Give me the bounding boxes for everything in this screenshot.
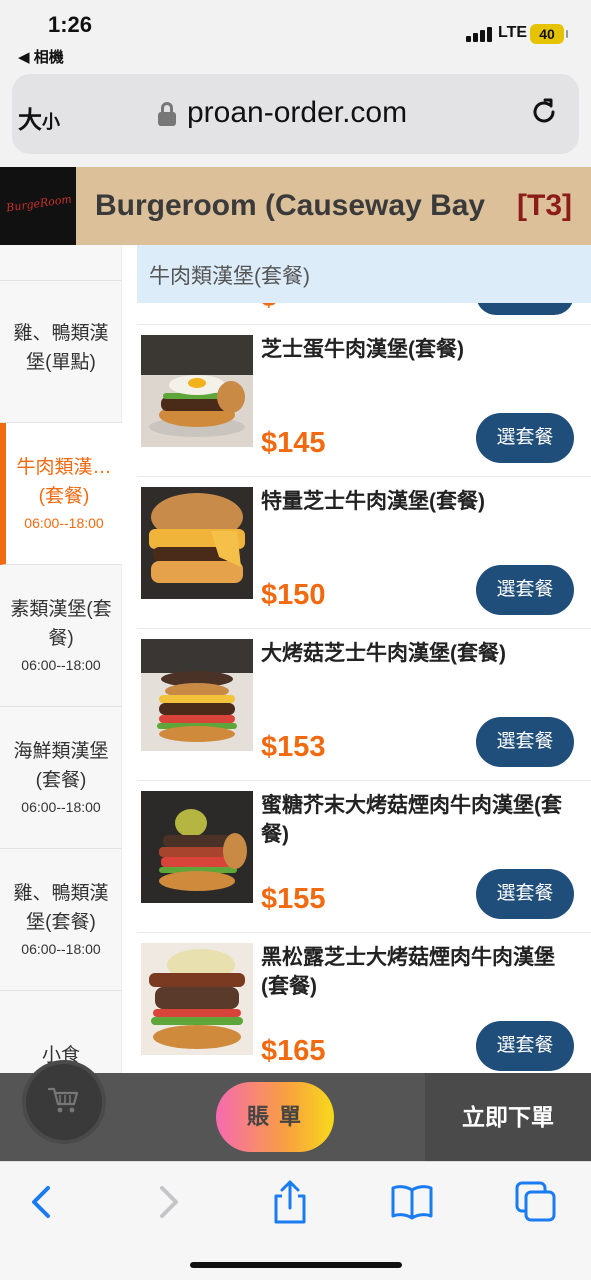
- forward-icon[interactable]: [146, 1180, 190, 1224]
- product-image[interactable]: [141, 487, 253, 599]
- order-now-button[interactable]: 立即下單: [425, 1073, 591, 1161]
- category-title: 牛肉類漢堡(套餐): [149, 265, 310, 288]
- product-name: 芝士蛋牛肉漢堡(套餐): [261, 338, 464, 361]
- product-price: $165: [261, 1035, 326, 1067]
- product-name: 大烤菇芝士牛肉漢堡(套餐): [261, 642, 506, 665]
- sidebar-item-hours: 06:00--18:00: [24, 515, 104, 531]
- bookmarks-icon[interactable]: [390, 1180, 434, 1224]
- select-set-button[interactable]: 選套餐: [476, 717, 574, 767]
- product-name: 黑松露芝士大烤菇煙肉牛肉漢堡(套餐): [261, 946, 555, 998]
- product-image[interactable]: [141, 943, 253, 1055]
- status-bar: 1:26 ◀ 相機 LTE 40: [0, 0, 591, 72]
- select-set-button[interactable]: 選套餐: [476, 1021, 574, 1071]
- product-item[interactable]: 蜜糖芥末大烤菇煙肉牛肉漢堡(套餐) $155 選套餐: [137, 781, 591, 933]
- sidebar-item-label: 雞、鴨類漢堡(單點): [13, 323, 109, 373]
- sidebar-item-label: 雞、鴨類漢堡(套餐): [13, 883, 109, 933]
- product-price: $153: [261, 731, 326, 763]
- product-item[interactable]: 黑松露芝士大烤菇煙肉牛肉漢堡(套餐) $165 選套餐: [137, 933, 591, 1073]
- browser-address-area: 大小 proan-order.com: [0, 72, 591, 167]
- product-name: 蜜糖芥末大烤菇煙肉牛肉漢堡(套餐): [261, 794, 562, 846]
- sidebar-item-hours: 06:00--18:00: [21, 941, 101, 957]
- sidebar-item-label: 牛肉類漢…(套餐): [16, 457, 112, 507]
- battery-icon: 40: [530, 24, 568, 44]
- product-price: $150: [261, 579, 326, 611]
- cart-icon: [48, 1087, 79, 1113]
- network-label: LTE: [498, 24, 528, 41]
- shop-header: BurgeRoom Burgeroom (Causeway Bay [T3]: [0, 167, 591, 245]
- sidebar-item-hours: 06:00--18:00: [21, 799, 101, 815]
- sidebar-item-hours: 06:00--18:00: [21, 657, 101, 673]
- partial-order-button[interactable]: [476, 303, 574, 315]
- bill-button[interactable]: 賬 單: [216, 1082, 334, 1152]
- home-indicator: [190, 1262, 402, 1268]
- sidebar-item-prev[interactable]: [0, 235, 122, 281]
- text-size-button[interactable]: 大小: [18, 100, 60, 135]
- table-number: [T3]: [517, 189, 572, 222]
- partial-price: $: [261, 303, 277, 313]
- sidebar-item-chicken-duck-single[interactable]: 雞、鴨類漢堡(單點): [0, 281, 122, 423]
- sidebar-item-beef-set[interactable]: 牛肉類漢…(套餐) 06:00--18:00: [0, 423, 122, 565]
- select-set-button[interactable]: 選套餐: [476, 565, 574, 615]
- back-to-app-link[interactable]: ◀ 相機: [18, 46, 64, 67]
- category-sidebar: 雞、鴨類漢堡(單點) 牛肉類漢…(套餐) 06:00--18:00 素類漢堡(套…: [0, 245, 122, 1075]
- select-set-button[interactable]: 選套餐: [476, 413, 574, 463]
- sidebar-item-label: 海鮮類漢堡(套餐): [13, 741, 109, 791]
- logo-text: BurgeRoom: [5, 192, 73, 215]
- product-item[interactable]: 大烤菇芝士牛肉漢堡(套餐) $153 選套餐: [137, 629, 591, 781]
- lock-icon: [158, 102, 176, 126]
- text-size-label: 大: [18, 107, 42, 134]
- shop-name: Burgeroom (Causeway Bay: [95, 189, 486, 222]
- product-price: $155: [261, 883, 326, 915]
- product-image[interactable]: [141, 791, 253, 903]
- sidebar-item-seafood-set[interactable]: 海鮮類漢堡(套餐) 06:00--18:00: [0, 707, 122, 849]
- status-time: 1:26: [48, 12, 93, 37]
- list-item-partial: $: [137, 303, 591, 325]
- sidebar-item-vegetarian-set[interactable]: 素類漢堡(套餐) 06:00--18:00: [0, 565, 122, 707]
- tabs-icon[interactable]: [514, 1180, 558, 1224]
- product-image[interactable]: [141, 639, 253, 751]
- product-name: 特量芝士牛肉漢堡(套餐): [261, 490, 485, 513]
- product-item[interactable]: 特量芝士牛肉漢堡(套餐) $150 選套餐: [137, 477, 591, 629]
- shop-logo: BurgeRoom: [0, 167, 76, 245]
- reload-icon[interactable]: [526, 94, 562, 130]
- url-text[interactable]: proan-order.com: [187, 96, 407, 130]
- category-title-bar: 牛肉類漢堡(套餐): [137, 245, 591, 303]
- share-icon[interactable]: [268, 1180, 312, 1224]
- product-list[interactable]: $ 芝士蛋牛肉漢堡(套餐) $145 選套餐: [137, 303, 591, 1073]
- signal-icon: [466, 26, 494, 42]
- product-price: $145: [261, 427, 326, 459]
- address-bar[interactable]: 大小 proan-order.com: [12, 74, 579, 154]
- cart-button[interactable]: [22, 1060, 106, 1144]
- back-icon[interactable]: [20, 1180, 64, 1224]
- sidebar-item-label: 素類漢堡(套餐): [10, 599, 112, 649]
- product-item[interactable]: 芝士蛋牛肉漢堡(套餐) $145 選套餐: [137, 325, 591, 477]
- text-size-label-small: 小: [42, 112, 60, 132]
- product-image[interactable]: [141, 335, 253, 447]
- sidebar-item-chicken-duck-set[interactable]: 雞、鴨類漢堡(套餐) 06:00--18:00: [0, 849, 122, 991]
- select-set-button[interactable]: 選套餐: [476, 869, 574, 919]
